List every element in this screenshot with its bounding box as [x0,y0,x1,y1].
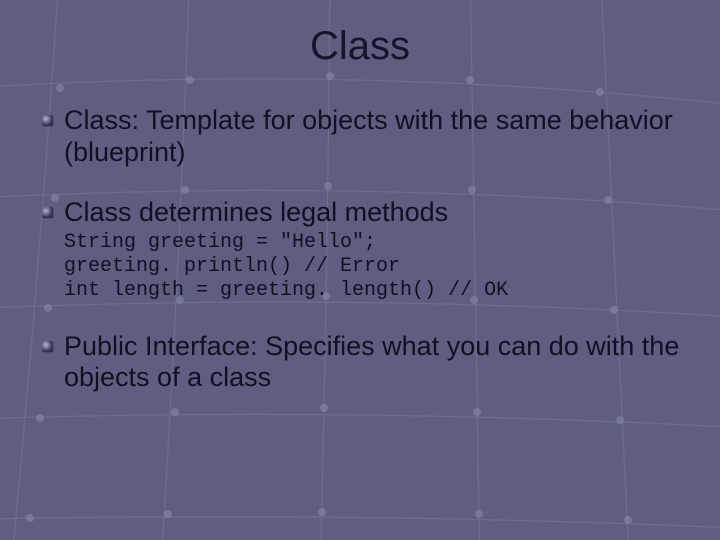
bullet-text: Class: Template for objects with the sam… [64,105,673,167]
code-block: String greeting = "Hello"; greeting. pri… [64,231,680,303]
slide-title: Class [40,24,680,69]
bullet-item: Public Interface: Specifies what you can… [40,331,680,395]
code-line: String greeting = "Hello"; [64,231,376,254]
code-line: int length = greeting. length() // OK [64,279,508,302]
bullet-text: Public Interface: Specifies what you can… [64,331,679,393]
slide-content: Class Class: Template for objects with t… [0,0,720,394]
bullet-item: Class determines legal methods String gr… [40,197,680,303]
bullet-list: Class: Template for objects with the sam… [40,105,680,394]
bullet-item: Class: Template for objects with the sam… [40,105,680,169]
code-line: greeting. println() // Error [64,255,400,278]
bullet-text: Class determines legal methods [64,197,448,227]
